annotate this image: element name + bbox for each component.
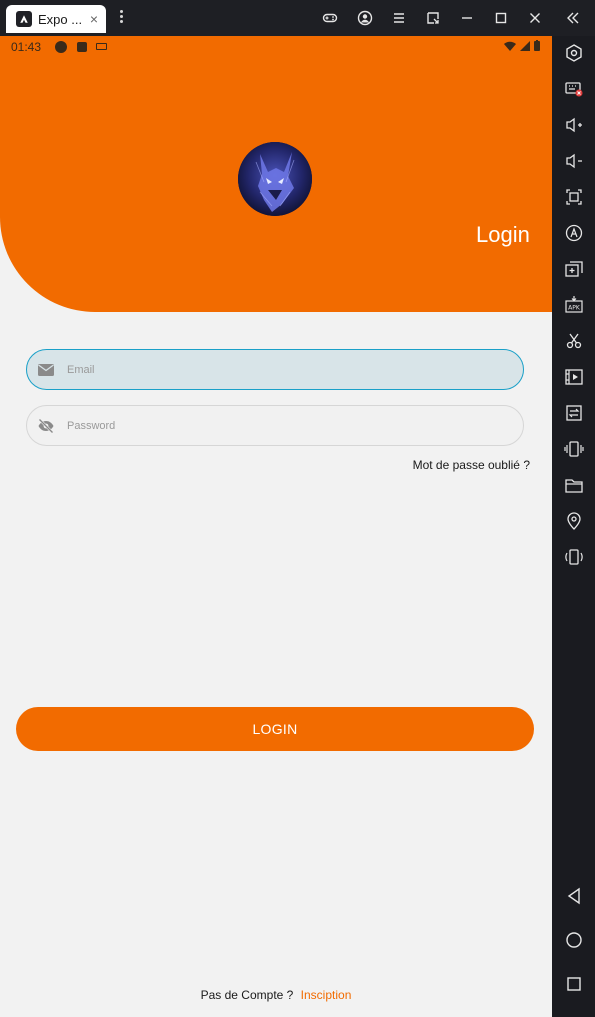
battery-icon — [534, 40, 540, 51]
no-account-text: Pas de Compte ? — [200, 988, 294, 1002]
volume-down-icon[interactable] — [563, 150, 585, 172]
page-title: Login — [476, 222, 530, 247]
tab-title: Expo ... — [38, 11, 83, 27]
close-icon[interactable] — [526, 9, 544, 27]
rotate-icon[interactable] — [563, 546, 585, 568]
email-field[interactable] — [26, 349, 524, 390]
status-indicators — [504, 40, 540, 51]
collapse-icon[interactable] — [564, 9, 582, 27]
expo-app-icon — [16, 11, 32, 27]
mail-icon — [37, 361, 55, 379]
keyboard-icon — [96, 43, 107, 50]
notification-icon — [55, 41, 67, 53]
minimize-icon[interactable] — [458, 9, 476, 27]
recents-icon[interactable] — [563, 973, 585, 995]
resize-icon[interactable] — [424, 9, 442, 27]
status-bar: 01:43 — [0, 36, 552, 58]
header-banner: Login — [0, 58, 552, 312]
multi-instance-icon[interactable] — [563, 258, 585, 280]
wolf-avatar — [238, 142, 312, 216]
eye-off-icon[interactable] — [37, 417, 55, 435]
browser-tab[interactable]: Expo ... × — [6, 5, 106, 33]
signup-row: Pas de Compte ? Insciption — [0, 988, 552, 1002]
screenshot-icon[interactable] — [563, 186, 585, 208]
folder-icon[interactable] — [563, 474, 585, 496]
signal-icon — [520, 40, 530, 51]
notification-a-icon — [77, 42, 87, 52]
account-icon[interactable] — [356, 9, 374, 27]
signup-link[interactable]: Insciption — [301, 988, 352, 1002]
emulator-sidebar: APK — [552, 36, 595, 1017]
keyboard-off-icon[interactable] — [563, 78, 585, 100]
svg-text:APK: APK — [568, 305, 581, 312]
video-icon[interactable] — [563, 366, 585, 388]
email-input[interactable] — [67, 363, 467, 376]
password-field[interactable] — [26, 405, 524, 446]
auto-rotate-icon[interactable] — [563, 222, 585, 244]
password-input[interactable] — [67, 419, 467, 432]
login-button[interactable]: LOGIN — [16, 707, 534, 751]
back-icon[interactable] — [563, 885, 585, 907]
shake-icon[interactable] — [563, 438, 585, 460]
sync-icon[interactable] — [563, 402, 585, 424]
more-options-icon[interactable] — [118, 8, 124, 28]
settings-hex-icon[interactable] — [563, 42, 585, 64]
menu-icon[interactable] — [390, 9, 408, 27]
location-icon[interactable] — [563, 510, 585, 532]
maximize-icon[interactable] — [492, 9, 510, 27]
tab-close-icon[interactable]: × — [90, 11, 98, 27]
scissors-icon[interactable] — [563, 330, 585, 352]
gamepad-icon[interactable] — [321, 9, 339, 27]
apk-install-icon[interactable]: APK — [563, 294, 585, 316]
phone-screen: 01:43 Login Email Mot de passe oublié ? … — [0, 36, 552, 1017]
forgot-password-link[interactable]: Mot de passe oublié ? — [413, 458, 530, 472]
volume-up-icon[interactable] — [563, 114, 585, 136]
status-time: 01:43 — [11, 40, 42, 54]
emulator-title-bar: Expo ... × — [0, 0, 595, 36]
home-icon[interactable] — [563, 929, 585, 951]
wifi-icon — [504, 41, 516, 51]
